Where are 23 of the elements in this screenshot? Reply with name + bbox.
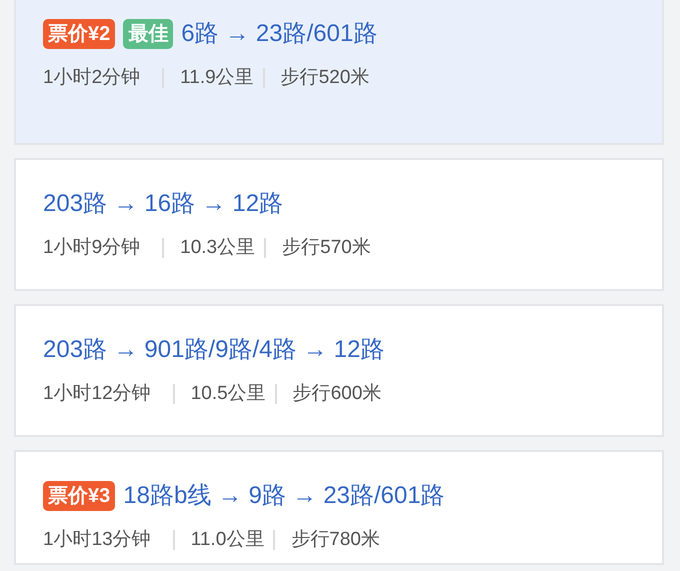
price-tag: 票价¥2 <box>43 19 116 49</box>
route-title: 6路 → 23路/601路 <box>181 19 378 49</box>
distance-text: 11.9公里 <box>180 66 254 90</box>
best-tag: 最佳 <box>123 19 174 49</box>
route-title: 203路 → 901路/9路/4路 → 12路 <box>43 335 384 365</box>
duration-text: 1小时12分钟 <box>43 382 151 406</box>
duration-text: 1小时9分钟 <box>43 236 140 260</box>
route-card[interactable]: 票价¥2 最佳 6路 → 23路/601路 1小时2分钟 11.9公里 步行520米 <box>14 0 664 145</box>
duration-text: 1小时13分钟 <box>43 528 151 552</box>
walking-text: 步行520米 <box>280 66 370 90</box>
route-title: 18路b线 → 9路 → 23路/601路 <box>123 481 445 511</box>
walking-text: 步行600米 <box>292 382 382 406</box>
route-card[interactable]: 203路 → 16路 → 12路 1小时9分钟 10.3公里 步行570米 <box>14 158 664 291</box>
walking-text: 步行570米 <box>282 236 371 260</box>
distance-text: 10.5公里 <box>190 382 266 406</box>
route-card[interactable]: 203路 → 901路/9路/4路 → 12路 1小时12分钟 10.5公里 步行600米 <box>14 304 664 437</box>
price-tag: 票价¥3 <box>43 481 116 511</box>
distance-text: 10.3公里 <box>180 236 256 260</box>
route-card[interactable]: 票价¥3 18路b线 → 9路 → 23路/601路 1小时13分钟 11.0公里 步行780米 <box>14 450 664 565</box>
distance-text: 11.0公里 <box>190 528 264 552</box>
walking-text: 步行780米 <box>291 528 380 552</box>
duration-text: 1小时2分钟 <box>43 66 140 90</box>
route-title: 203路 → 16路 → 12路 <box>43 189 284 219</box>
